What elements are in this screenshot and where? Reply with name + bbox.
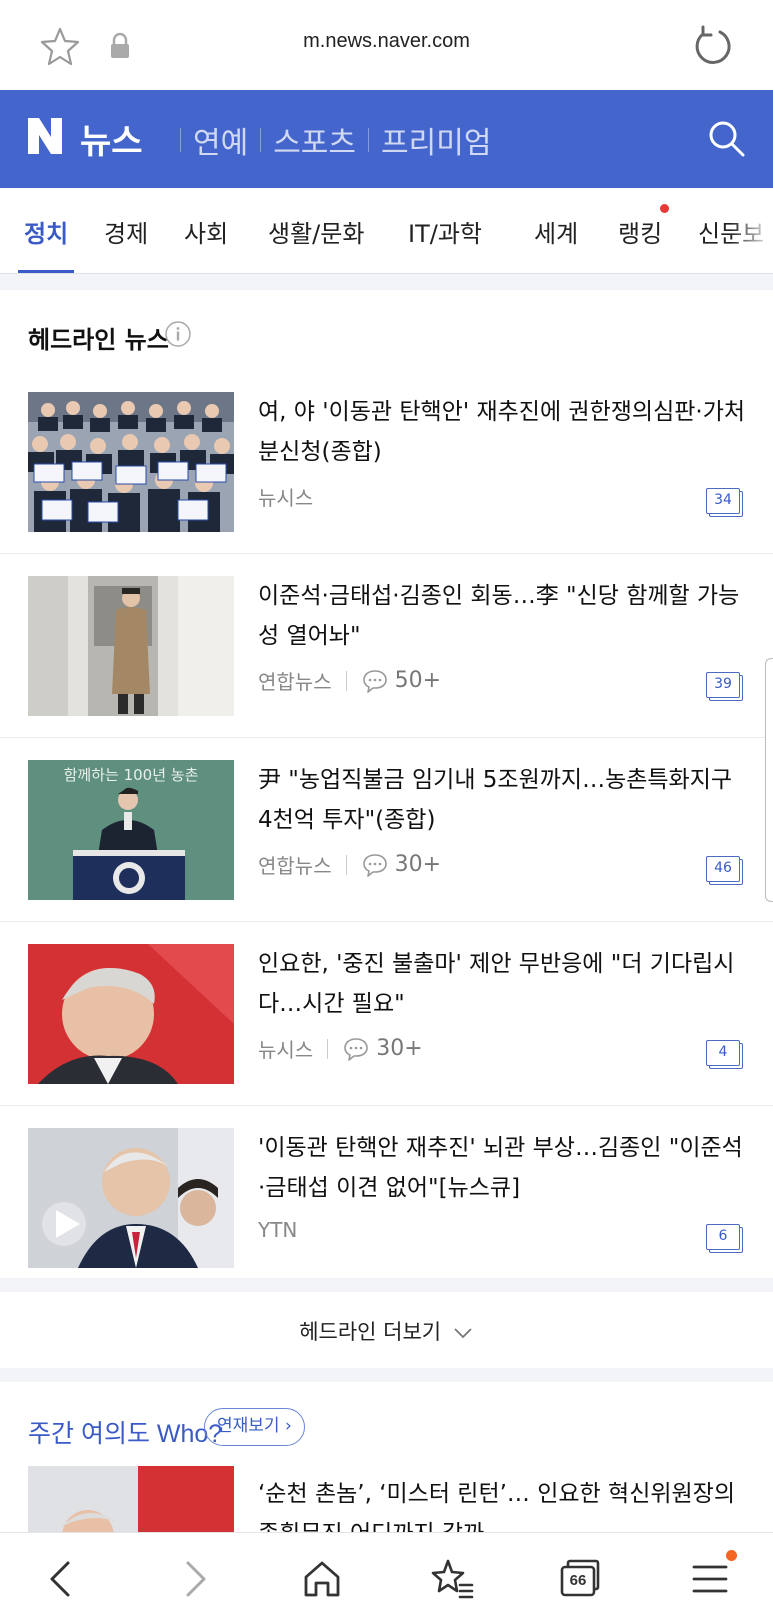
article-meta: 뉴시스 — [258, 482, 313, 511]
related-count-badge[interactable]: 39 — [706, 672, 740, 698]
headline-section: 헤드라인 뉴스 여, 야 '이동관 탄핵안' 재추진에 권한쟁의심판·가처분신청… — [0, 290, 773, 1278]
search-icon[interactable] — [706, 118, 746, 158]
chevron-right-icon: › — [279, 1416, 292, 1436]
headline-article[interactable]: 이준석·금태섭·김종인 회동…李 "신당 함께할 가능성 열어놔" 연합뉴스 5… — [0, 554, 773, 738]
divider — [260, 128, 262, 152]
bookmarks-icon[interactable] — [428, 1555, 476, 1603]
site-header: 뉴스 연예 스포츠 프리미엄 — [0, 90, 773, 188]
headline-article[interactable]: 함께하는 100년 농촌 尹 "농업직불금 임기내 5조원까지…농촌특화지구 4… — [0, 738, 773, 922]
headline-article[interactable]: 인요한, '중진 불출마' 제안 무반응에 "더 기다립시다…시간 필요" 뉴시… — [0, 922, 773, 1106]
tab-society[interactable]: 사회 — [184, 214, 228, 249]
ranking-new-dot — [660, 204, 669, 213]
url-text[interactable]: m.news.naver.com — [0, 30, 773, 53]
article-source[interactable]: 뉴시스 — [258, 1034, 313, 1063]
header-nav-sports[interactable]: 스포츠 — [273, 118, 356, 162]
tab-count: 66 — [569, 1572, 587, 1589]
comment-icon — [362, 669, 387, 693]
home-icon[interactable] — [298, 1555, 346, 1603]
article-title[interactable]: 尹 "농업직불금 임기내 5조원까지…농촌특화지구 4천억 투자"(종합) — [258, 760, 748, 840]
tab-world[interactable]: 세계 — [534, 214, 578, 249]
more-headlines-text: 헤드라인 더보기 — [299, 1320, 442, 1344]
browser-url-bar: m.news.naver.com — [0, 0, 773, 90]
article-thumbnail[interactable]: 함께하는 100년 농촌 — [28, 760, 234, 900]
menu-icon[interactable] — [686, 1555, 734, 1603]
weekly-article-title[interactable]: ‘순천 촌놈’, ‘미스터 린턴’… 인요한 혁신위원장의 종횡무진 어디까지 … — [258, 1474, 758, 1536]
article-thumbnail[interactable] — [28, 944, 234, 1084]
tab-life-culture[interactable]: 생활/문화 — [268, 214, 364, 249]
article-source[interactable]: 연합뉴스 — [258, 666, 332, 695]
news-logo-text[interactable]: 뉴스 — [80, 114, 143, 163]
tab-economy[interactable]: 경제 — [104, 214, 148, 249]
article-meta: 뉴시스 30+ — [258, 1034, 423, 1063]
serial-view-button[interactable]: 연재보기 › — [204, 1408, 305, 1446]
info-icon[interactable] — [164, 320, 192, 348]
divider — [180, 128, 181, 152]
comment-icon — [344, 1037, 369, 1061]
back-icon[interactable] — [38, 1555, 86, 1603]
article-source[interactable]: 뉴시스 — [258, 482, 313, 511]
header-nav-premium[interactable]: 프리미엄 — [381, 118, 491, 162]
article-meta: 연합뉴스 50+ — [258, 666, 441, 695]
serial-view-label: 연재보기 — [217, 1416, 280, 1436]
comment-count[interactable]: 30+ — [376, 1036, 422, 1061]
scroll-handle[interactable] — [765, 658, 773, 902]
article-thumbnail[interactable] — [28, 576, 234, 716]
headline-article[interactable]: '이동관 탄핵안 재추진' 뇌관 부상…김종인 "이준석·금태섭 이견 없어"[… — [0, 1106, 773, 1290]
thumbnail-banner-text: 함께하는 100년 농촌 — [64, 766, 199, 784]
menu-notification-dot — [726, 1550, 737, 1561]
article-title[interactable]: 인요한, '중진 불출마' 제안 무반응에 "더 기다립시다…시간 필요" — [258, 944, 748, 1024]
article-title[interactable]: '이동관 탄핵안 재추진' 뇌관 부상…김종인 "이준석·금태섭 이견 없어"[… — [258, 1128, 748, 1208]
weekly-title[interactable]: 주간 여의도 Who? — [28, 1414, 222, 1450]
header-nav-entertainment[interactable]: 연예 — [193, 118, 248, 162]
related-count-badge[interactable]: 4 — [706, 1040, 740, 1066]
meta-divider — [345, 854, 347, 875]
more-headlines-label: 헤드라인 더보기 — [0, 1316, 773, 1346]
tab-it-science[interactable]: IT/과학 — [408, 214, 482, 249]
naver-logo-icon[interactable] — [26, 116, 64, 156]
meta-divider — [345, 670, 347, 691]
tabs-button[interactable]: 66 — [556, 1555, 604, 1603]
comment-count[interactable]: 50+ — [395, 668, 441, 693]
weekly-section: 주간 여의도 Who? 연재보기 › ‘순천 촌놈’, ‘미스터 린턴’… 인요… — [0, 1382, 773, 1536]
tab-politics[interactable]: 정치 — [24, 214, 68, 249]
related-count-badge[interactable]: 46 — [706, 856, 740, 882]
related-count-badge[interactable]: 6 — [706, 1224, 740, 1250]
article-title[interactable]: 여, 야 '이동관 탄핵안' 재추진에 권한쟁의심판·가처분신청(종합) — [258, 392, 748, 472]
tab-ranking[interactable]: 랭킹 — [618, 214, 662, 249]
article-thumbnail[interactable] — [28, 1128, 234, 1268]
active-tab-indicator — [18, 270, 74, 273]
article-title[interactable]: 이준석·금태섭·김종인 회동…李 "신당 함께할 가능성 열어놔" — [258, 576, 748, 656]
forward-icon[interactable] — [170, 1555, 218, 1603]
article-thumbnail[interactable] — [28, 392, 234, 532]
comment-icon — [362, 853, 387, 877]
meta-divider — [327, 1038, 329, 1059]
related-count-badge[interactable]: 34 — [706, 488, 740, 514]
article-meta: YTN — [258, 1218, 297, 1242]
comment-count[interactable]: 30+ — [395, 852, 441, 877]
section-title: 헤드라인 뉴스 — [28, 326, 169, 354]
reload-icon[interactable] — [690, 24, 734, 68]
header-nav: 연예 스포츠 프리미엄 — [168, 118, 491, 162]
headline-article[interactable]: 여, 야 '이동관 탄핵안' 재추진에 권한쟁의심판·가처분신청(종합) 뉴시스… — [0, 370, 773, 554]
article-source[interactable]: YTN — [258, 1218, 297, 1242]
article-source[interactable]: 연합뉴스 — [258, 850, 332, 879]
category-tabs: 정치 경제 사회 생활/문화 IT/과학 세계 랭킹 신문보 — [0, 188, 773, 274]
page: m.news.naver.com 뉴스 연예 스포츠 프리미엄 정치 경제 사회… — [0, 0, 773, 1622]
more-headlines-button[interactable]: 헤드라인 더보기 — [0, 1292, 773, 1368]
weekly-thumbnail[interactable] — [28, 1466, 234, 1536]
browser-bottom-nav: 66 — [0, 1532, 773, 1622]
divider — [368, 128, 370, 152]
tabs-fade — [730, 188, 773, 272]
article-meta: 연합뉴스 30+ — [258, 850, 441, 879]
chevron-down-icon — [454, 1328, 472, 1339]
